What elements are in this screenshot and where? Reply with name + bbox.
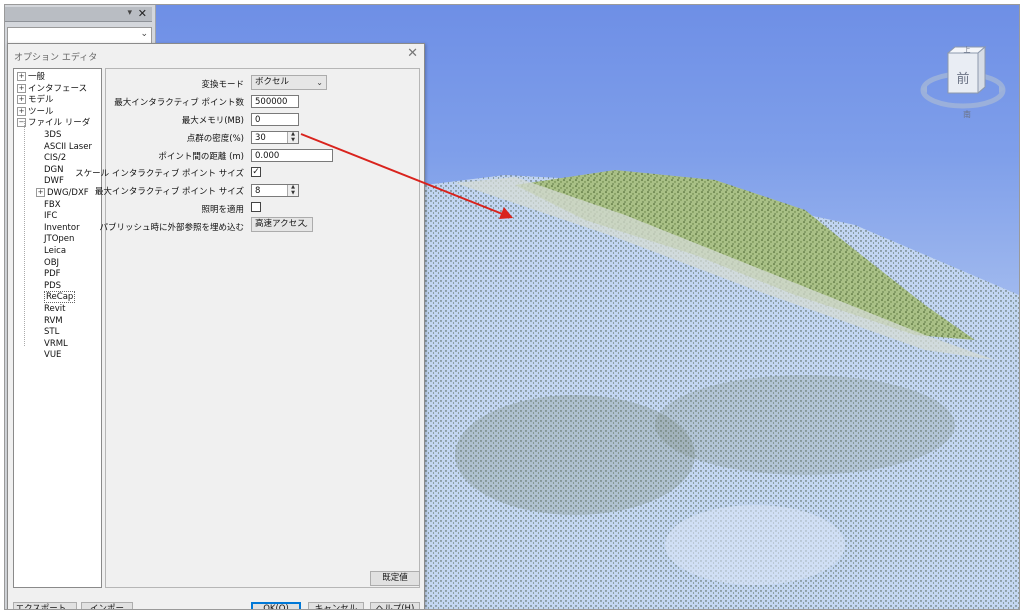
annotation-arrow (300, 133, 506, 216)
application-window: 前 上 南 ▾ ✕ ⌄ オプション エディタ ✕ + 一般 + インタフェース + モデル… (4, 4, 1020, 610)
annotation-arrow-overlay (300, 133, 513, 219)
